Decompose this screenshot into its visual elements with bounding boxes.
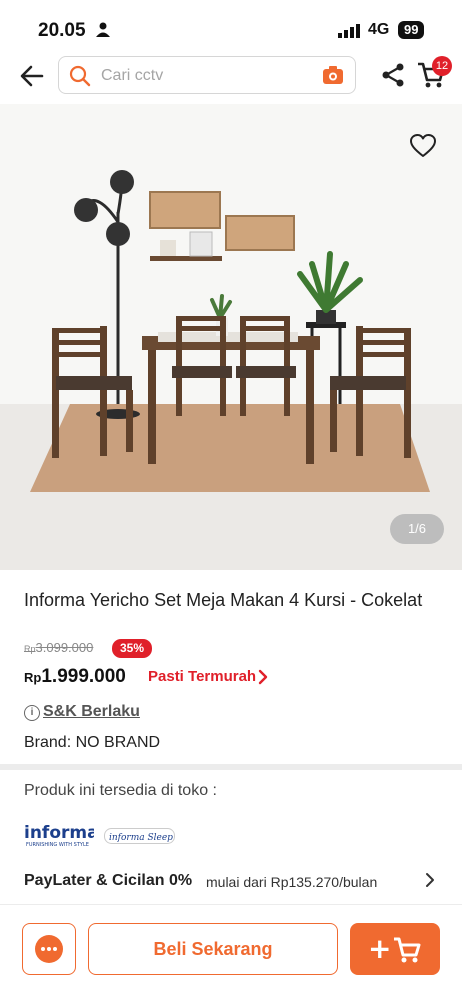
camera-icon[interactable] [323,66,343,84]
back-arrow-icon[interactable] [18,62,46,90]
status-bar: 20.05 4G 99 [0,0,462,56]
bottom-action-bar: Beli Sekarang + [0,904,462,1001]
status-time: 20.05 [38,20,86,41]
original-price: Rp3.099.000 [24,640,93,655]
buy-now-button[interactable]: Beli Sekarang [88,923,338,975]
network-label: 4G [368,21,390,38]
signal-icon [338,24,360,38]
share-icon[interactable] [380,62,406,88]
add-to-cart-button[interactable]: + [350,923,440,975]
top-bar: Cari cctv 12 [0,52,462,100]
informa-sleep-logo: informa Sleep [104,828,175,844]
battery-indicator: 99 [398,21,425,39]
informa-logo-text: informa [24,823,94,843]
current-price-value: 1.999.000 [41,666,126,687]
current-price-prefix: Rp [24,670,42,685]
original-price-prefix: Rp [24,644,36,654]
image-counter: 1/6 [390,514,444,544]
info-icon: i [24,705,40,721]
product-title: Informa Yericho Set Meja Makan 4 Kursi -… [24,590,423,610]
brand-label: Brand: [24,734,72,751]
discount-badge: 35% [112,639,153,658]
brand-value: NO BRAND [75,734,161,751]
chevron-right-icon[interactable] [424,872,436,888]
product-photo-illustration [0,104,462,570]
paylater-title[interactable]: PayLater & Cicilan 0% [24,872,192,890]
heart-icon[interactable] [410,134,436,158]
search-icon [69,65,91,87]
paylater-subtitle: mulai dari Rp135.270/bulan [206,874,378,890]
svg-text:FURNISHING WITH STYLE: FURNISHING WITH STYLE [26,842,89,848]
search-bar[interactable]: Cari cctv [58,56,356,94]
current-price: Rp1.999.000 [24,666,126,688]
add-cart-icon: + [368,932,421,965]
brand-row: Brand: NO BRAND [24,734,160,752]
chat-button[interactable] [22,923,76,975]
search-placeholder: Cari cctv [101,67,164,84]
product-image[interactable] [0,104,462,570]
person-icon [96,22,110,37]
section-divider [0,764,462,770]
cheapest-link[interactable]: Pasti Termurah [148,668,256,685]
informa-logo: informa FURNISHING WITH STYLE [24,823,94,848]
cart-count-badge: 12 [432,56,452,76]
terms-label: S&K Berlaku [43,703,140,720]
chevron-right-icon[interactable] [258,669,268,685]
terms-link[interactable]: i S&K Berlaku [24,703,140,721]
informa-sleep-logo-text: informa Sleep [109,833,173,843]
chat-icon [35,935,63,963]
add-cart-plus: + [368,932,391,965]
store-availability-label: Produk ini tersedia di toko : [24,782,217,799]
original-price-value: 3.099.000 [35,640,94,655]
